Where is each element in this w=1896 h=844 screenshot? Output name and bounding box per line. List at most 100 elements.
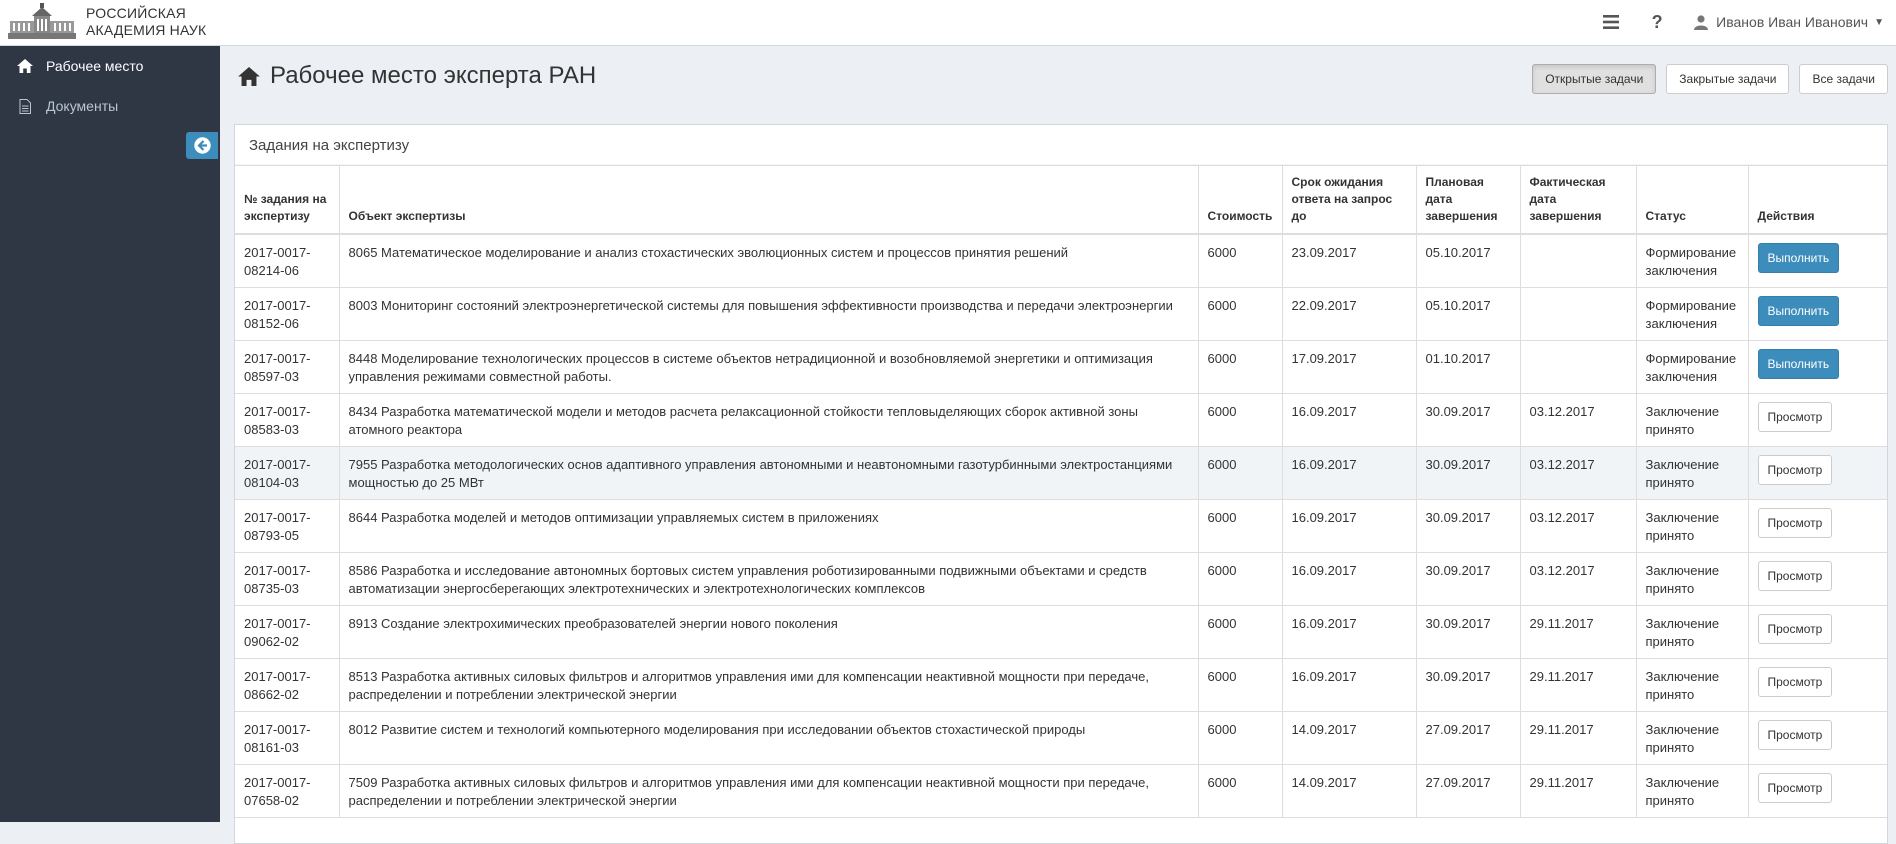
- cell-actual-date: 03.12.2017: [1520, 393, 1637, 447]
- col-header-object[interactable]: Объект экспертизы: [339, 165, 1199, 235]
- table-row: 2017-0017-08735-03 8586 Разработка и иссл…: [235, 552, 1887, 606]
- view-button[interactable]: Просмотр: [1757, 454, 1833, 485]
- cell-planned-date: 30.09.2017: [1416, 552, 1521, 606]
- cell-status: Заключение принято: [1636, 393, 1749, 447]
- cell-status: Заключение принято: [1636, 711, 1749, 765]
- sidebar-item-documents[interactable]: Документы: [0, 86, 220, 126]
- help-button[interactable]: ?: [1634, 0, 1680, 44]
- cell-actual-date: 29.11.2017: [1520, 711, 1637, 765]
- col-header-cost[interactable]: Стоимость: [1198, 165, 1283, 235]
- cell-deadline: 16.09.2017: [1282, 605, 1417, 659]
- cell-task-id: 2017-0017-08662-02: [235, 658, 340, 712]
- cell-cost: 6000: [1198, 711, 1283, 765]
- cell-object: 7955 Разработка методологических основ а…: [339, 446, 1199, 500]
- col-header-actual[interactable]: Фактическая дата завершения: [1520, 165, 1637, 235]
- cell-cost: 6000: [1198, 552, 1283, 606]
- view-button[interactable]: Просмотр: [1757, 560, 1833, 591]
- ras-logo[interactable]: РОССИЙСКАЯ АКАДЕМИЯ НАУК: [6, 2, 206, 42]
- cell-actual-date: 03.12.2017: [1520, 552, 1637, 606]
- chevron-down-icon: ▼: [1874, 16, 1884, 28]
- cell-status: Заключение принято: [1636, 499, 1749, 553]
- academy-building-icon: [8, 3, 76, 39]
- document-icon: [14, 98, 36, 114]
- cell-actions: Просмотр: [1748, 605, 1887, 659]
- hamburger-icon: [1603, 15, 1620, 29]
- task-filter-group: Открытые задачи Закрытые задачи Все зада…: [1522, 64, 1888, 94]
- user-icon: [1694, 14, 1709, 30]
- cell-actions: Просмотр: [1748, 393, 1887, 447]
- cell-actions: Выполнить: [1748, 234, 1887, 288]
- col-header-id[interactable]: № задания на экспертизу: [235, 165, 340, 235]
- view-button[interactable]: Просмотр: [1757, 666, 1833, 697]
- cell-actual-date: 03.12.2017: [1520, 499, 1637, 553]
- cell-cost: 6000: [1198, 446, 1283, 500]
- view-button[interactable]: Просмотр: [1757, 507, 1833, 538]
- cell-actions: Просмотр: [1748, 499, 1887, 553]
- cell-planned-date: 27.09.2017: [1416, 764, 1521, 818]
- closed-tasks-button[interactable]: Закрытые задачи: [1666, 64, 1790, 94]
- cell-planned-date: 05.10.2017: [1416, 234, 1521, 288]
- cell-object: 8448 Моделирование технологических проце…: [339, 340, 1199, 394]
- cell-deadline: 23.09.2017: [1282, 234, 1417, 288]
- cell-planned-date: 30.09.2017: [1416, 499, 1521, 553]
- col-header-deadline[interactable]: Срок ожидания ответа на запрос до: [1282, 165, 1417, 235]
- cell-object: 8913 Создание электрохимических преобраз…: [339, 605, 1199, 659]
- col-header-status[interactable]: Статус: [1636, 165, 1749, 235]
- all-tasks-button[interactable]: Все задачи: [1799, 64, 1888, 94]
- view-button[interactable]: Просмотр: [1757, 719, 1833, 750]
- open-tasks-button[interactable]: Открытые задачи: [1532, 64, 1657, 94]
- view-button[interactable]: Просмотр: [1757, 401, 1833, 432]
- sidebar: Рабочее место Документы: [0, 46, 220, 822]
- cell-task-id: 2017-0017-08735-03: [235, 552, 340, 606]
- cell-deadline: 16.09.2017: [1282, 446, 1417, 500]
- cell-planned-date: 05.10.2017: [1416, 287, 1521, 341]
- user-menu[interactable]: Иванов Иван Иванович ▼: [1680, 0, 1896, 44]
- cell-status: Заключение принято: [1636, 764, 1749, 818]
- tasks-table: № задания на экспертизу Объект экспертиз…: [235, 165, 1887, 818]
- sidebar-collapse-button[interactable]: [186, 132, 218, 159]
- cell-deadline: 16.09.2017: [1282, 658, 1417, 712]
- cell-actions: Выполнить: [1748, 340, 1887, 394]
- view-button[interactable]: Просмотр: [1757, 613, 1833, 644]
- user-name: Иванов Иван Иванович: [1716, 14, 1869, 30]
- table-row: 2017-0017-08793-05 8644 Разработка моделе…: [235, 499, 1887, 553]
- cell-object: 7509 Разработка активных силовых фильтро…: [339, 764, 1199, 818]
- cell-actions: Просмотр: [1748, 711, 1887, 765]
- cell-status: Заключение принято: [1636, 446, 1749, 500]
- execute-button[interactable]: Выполнить: [1757, 295, 1840, 326]
- execute-button[interactable]: Выполнить: [1757, 243, 1840, 273]
- cell-task-id: 2017-0017-08152-06: [235, 287, 340, 341]
- menu-button[interactable]: [1588, 0, 1634, 44]
- cell-object: 8434 Разработка математической модели и …: [339, 393, 1199, 447]
- cell-cost: 6000: [1198, 287, 1283, 341]
- cell-planned-date: 30.09.2017: [1416, 605, 1521, 659]
- execute-button[interactable]: Выполнить: [1757, 348, 1840, 379]
- logo-line-2: АКАДЕМИЯ НАУК: [86, 22, 207, 38]
- cell-object: 8065 Математическое моделирование и анал…: [339, 234, 1199, 288]
- cell-object: 8513 Разработка активных силовых фильтро…: [339, 658, 1199, 712]
- cell-actual-date: 29.11.2017: [1520, 658, 1637, 712]
- cell-actual-date: [1520, 340, 1637, 394]
- view-button[interactable]: Просмотр: [1757, 772, 1833, 803]
- cell-cost: 6000: [1198, 658, 1283, 712]
- arrow-left-circle-icon: [193, 137, 211, 154]
- cell-deadline: 14.09.2017: [1282, 711, 1417, 765]
- cell-actual-date: 29.11.2017: [1520, 764, 1637, 818]
- home-icon: [238, 66, 260, 86]
- cell-actions: Просмотр: [1748, 552, 1887, 606]
- table-header-row: № задания на экспертизу Объект экспертиз…: [235, 165, 1887, 235]
- sidebar-item-label: Рабочее место: [46, 58, 144, 74]
- col-header-planned[interactable]: Плановая дата завершения: [1416, 165, 1521, 235]
- cell-cost: 6000: [1198, 393, 1283, 447]
- cell-deadline: 22.09.2017: [1282, 287, 1417, 341]
- sidebar-item-workplace[interactable]: Рабочее место: [0, 46, 220, 86]
- cell-actual-date: [1520, 287, 1637, 341]
- table-row: 2017-0017-08161-03 8012 Развитие систем и…: [235, 711, 1887, 765]
- cell-actual-date: 29.11.2017: [1520, 605, 1637, 659]
- page-title-text: Рабочее место эксперта РАН: [270, 62, 597, 89]
- cell-actions: Просмотр: [1748, 446, 1887, 500]
- cell-cost: 6000: [1198, 764, 1283, 818]
- table-row: 2017-0017-08152-06 8003 Мониторинг состоя…: [235, 287, 1887, 341]
- cell-task-id: 2017-0017-08583-03: [235, 393, 340, 447]
- cell-deadline: 14.09.2017: [1282, 764, 1417, 818]
